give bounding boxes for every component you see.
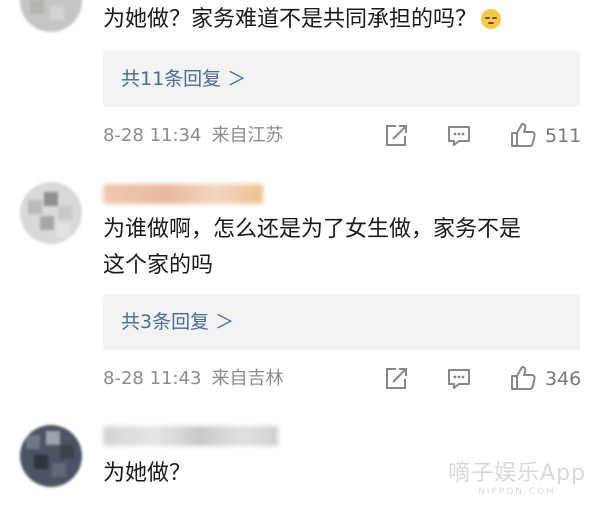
watermark: 嘀子娱乐App NIPPON.COM xyxy=(448,461,586,497)
repost-icon[interactable] xyxy=(383,366,409,392)
replies-label: 共3条回复 ＞ xyxy=(121,311,235,333)
timestamp: 8-28 11:34 xyxy=(103,125,202,146)
comment-icon[interactable] xyxy=(446,123,472,149)
thumbs-up-icon[interactable] xyxy=(509,364,537,392)
username-blurred[interactable] xyxy=(103,426,278,446)
like-count: 346 xyxy=(545,368,582,390)
avatar[interactable] xyxy=(20,425,82,487)
username-blurred[interactable] xyxy=(103,184,263,204)
avatar[interactable] xyxy=(20,182,82,244)
timestamp: 8-28 11:43 xyxy=(103,368,202,389)
face-emoji-icon xyxy=(481,9,502,29)
location: 来自江苏 xyxy=(211,125,284,146)
repost-icon[interactable] xyxy=(383,123,409,149)
comment-text: 为谁做啊，怎么还是为了女生做，家务不是 这个家的吗 xyxy=(103,217,522,278)
thumbs-up-icon[interactable] xyxy=(509,121,537,149)
replies-button[interactable]: 共3条回复 ＞ xyxy=(103,294,580,350)
replies-label: 共11条回复 ＞ xyxy=(121,68,247,90)
comment-text: 为她做？家务难道不是共同承担的吗？ xyxy=(103,2,583,38)
replies-button[interactable]: 共11条回复 ＞ xyxy=(103,51,580,107)
comment-meta: 8-28 11:43 来自吉林 xyxy=(103,367,283,391)
avatar[interactable] xyxy=(20,0,82,32)
like-count: 511 xyxy=(545,125,582,147)
comment-meta: 8-28 11:34 来自江苏 xyxy=(103,124,283,148)
location: 来自吉林 xyxy=(211,368,284,389)
comment-icon[interactable] xyxy=(446,366,472,392)
